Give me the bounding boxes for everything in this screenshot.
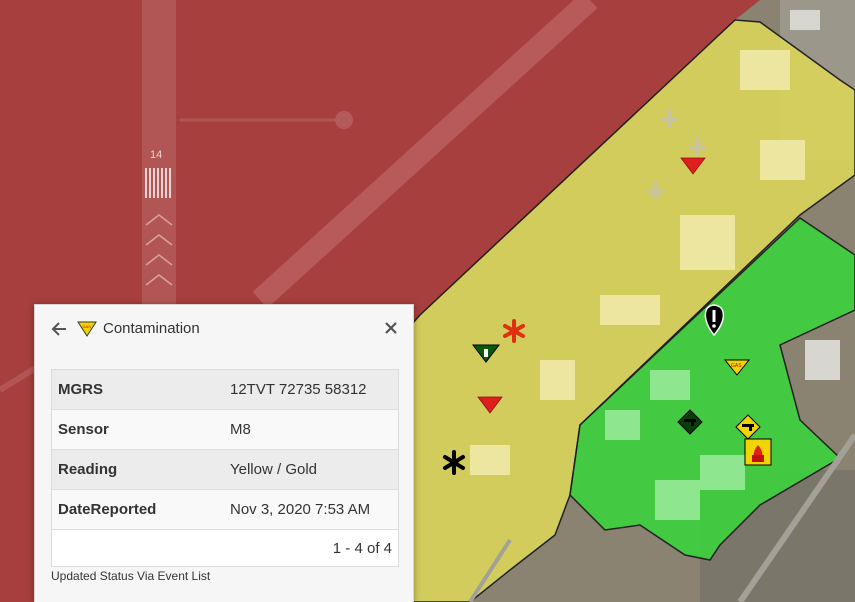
attribute-value: M8 [230, 421, 251, 438]
svg-text:GAS: GAS [731, 363, 742, 369]
attribute-key: Reading [58, 461, 118, 478]
svg-text:GAS: GAS [83, 324, 92, 329]
back-button[interactable] [49, 319, 69, 339]
fire-square-icon[interactable] [744, 438, 772, 466]
runway-number: 14 [150, 149, 162, 161]
popup-title: Contamination [103, 320, 200, 337]
arrow-left-icon [51, 322, 66, 336]
table-row: MGRS 12TVT 72735 58312 [52, 370, 398, 410]
popup-header: GAS Contamination [35, 305, 413, 353]
attribute-key: Sensor [58, 421, 109, 438]
pager-text: 1 - 4 of 4 [52, 530, 398, 566]
table-row: DateReported Nov 3, 2020 7:53 AM [52, 490, 398, 530]
close-icon [385, 322, 397, 334]
attribute-table: MGRS 12TVT 72735 58312 Sensor M8 Reading… [51, 369, 399, 567]
close-button[interactable] [381, 318, 401, 338]
attribute-value: Yellow / Gold [230, 461, 317, 478]
status-text: Updated Status Via Event List [51, 569, 211, 583]
feature-popup: GAS Contamination MGRS 12TVT 72735 58312… [34, 304, 414, 602]
gas-triangle-icon: GAS [77, 321, 97, 337]
table-row: Sensor M8 [52, 410, 398, 450]
taxiway-circle [335, 111, 353, 129]
attribute-value: 12TVT 72735 58312 [230, 381, 367, 398]
attribute-key: MGRS [58, 381, 103, 398]
table-row: Reading Yellow / Gold [52, 450, 398, 490]
attribute-value: Nov 3, 2020 7:53 AM [230, 501, 371, 518]
attribute-key: DateReported [58, 501, 157, 518]
